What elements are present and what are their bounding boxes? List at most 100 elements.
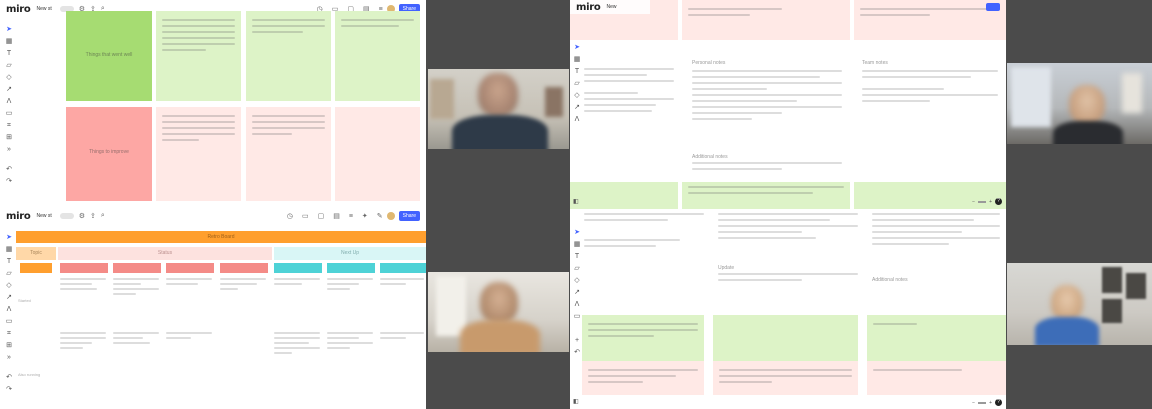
sticky-note[interactable]	[682, 0, 850, 40]
notes-column-3[interactable]	[862, 70, 998, 102]
card-text-block[interactable]	[327, 332, 373, 349]
connector-tool-icon[interactable]: ↗	[574, 289, 580, 297]
select-tool-icon[interactable]: ➤	[6, 234, 12, 242]
sticky-note[interactable]	[156, 11, 241, 101]
video-tile-participant-3[interactable]	[1007, 63, 1152, 144]
tag-red[interactable]	[60, 263, 108, 273]
sticky-note[interactable]	[156, 107, 241, 201]
minimap-icon[interactable]: ◧	[573, 398, 579, 405]
timer-icon[interactable]: ◷	[287, 212, 293, 220]
sticky-tool-icon[interactable]: ▱	[6, 62, 11, 70]
avatar[interactable]	[386, 212, 395, 220]
sticky-note[interactable]	[682, 182, 850, 209]
card-text-block[interactable]	[274, 278, 320, 285]
sticky-note[interactable]	[570, 182, 678, 209]
crop-tool-icon[interactable]: ⌗	[7, 330, 11, 338]
tag-red[interactable]	[113, 263, 161, 273]
crop-tool-icon[interactable]: ⌗	[7, 122, 11, 130]
tag-red[interactable]	[220, 263, 268, 273]
undo-icon[interactable]: ↶	[6, 374, 12, 382]
reaction-icon[interactable]: ✦	[362, 212, 368, 220]
help-icon[interactable]: ?	[995, 399, 1002, 406]
select-tool-icon[interactable]: ➤	[6, 26, 12, 34]
add-icon[interactable]: +	[575, 337, 579, 345]
tag-teal[interactable]	[274, 263, 322, 273]
settings-icon[interactable]: ⚙	[79, 212, 85, 220]
card-text-block[interactable]	[380, 332, 424, 339]
col-header-next[interactable]: Next Up	[274, 247, 426, 260]
card-text-block[interactable]	[220, 278, 266, 290]
sticky-tool-icon[interactable]: ▱	[574, 265, 579, 273]
row-label-tag[interactable]	[20, 263, 52, 273]
video-tile-participant-1[interactable]	[428, 69, 569, 149]
card-text-block[interactable]	[60, 332, 106, 349]
sticky-improve-label[interactable]: Things to improve	[66, 107, 152, 201]
tag-teal[interactable]	[380, 263, 426, 273]
card-text-block[interactable]	[113, 332, 159, 344]
text-tool-icon[interactable]: T	[7, 258, 11, 266]
sticky-note[interactable]	[867, 315, 1006, 361]
notes-column-2b[interactable]	[718, 273, 858, 281]
sticky-note[interactable]	[246, 11, 331, 101]
notes-column-3[interactable]	[872, 213, 1000, 255]
frame-tool-icon[interactable]: ▦	[6, 38, 13, 46]
undo-icon[interactable]: ↶	[6, 166, 12, 174]
help-icon[interactable]: ?	[995, 198, 1002, 205]
shape-tool-icon[interactable]: ◇	[574, 92, 579, 100]
sticky-note[interactable]	[582, 315, 704, 361]
tag-red[interactable]	[166, 263, 214, 273]
frame-tool-icon[interactable]: ▦	[6, 246, 13, 254]
sticky-well-label[interactable]: Things that went well	[66, 11, 152, 101]
zoom-in-button[interactable]: +	[989, 400, 992, 406]
card-text-block[interactable]	[274, 332, 320, 354]
export-icon[interactable]: ⇪	[90, 212, 96, 220]
tag-teal[interactable]	[327, 263, 375, 273]
notes-column-2[interactable]	[718, 213, 858, 247]
board-title[interactable]: New st	[36, 6, 51, 12]
shape-tool-icon[interactable]: ◇	[6, 74, 11, 82]
comment-tool-icon[interactable]: ▭	[6, 110, 13, 118]
board-title[interactable]: New	[606, 4, 616, 10]
sticky-note[interactable]	[335, 11, 420, 101]
sticky-tool-icon[interactable]: ▱	[574, 80, 579, 88]
sticky-note[interactable]	[854, 0, 1006, 40]
col-header-status[interactable]: Status	[58, 247, 272, 260]
frame-tool-icon[interactable]: ▦	[574, 56, 581, 64]
shape-tool-icon[interactable]: ◇	[6, 282, 11, 290]
comment-icon[interactable]: ▢	[318, 212, 325, 220]
minimap-icon[interactable]: ◧	[573, 198, 579, 205]
comment-tool-icon[interactable]: ▭	[6, 318, 13, 326]
pen-tool-icon[interactable]: Λ	[575, 301, 580, 309]
more-icon[interactable]: ≡	[349, 213, 353, 220]
retro-banner[interactable]: Retro Board	[16, 231, 426, 243]
pen-icon[interactable]: ✎	[377, 212, 383, 220]
zoom-out-button[interactable]: −	[972, 199, 975, 205]
notes-column-1[interactable]	[584, 213, 704, 247]
select-tool-icon[interactable]: ➤	[574, 44, 580, 52]
card-text-block[interactable]	[60, 278, 106, 290]
notes-column-2[interactable]	[692, 70, 842, 120]
card-text-block[interactable]	[380, 278, 424, 285]
card-text-block[interactable]	[166, 332, 212, 339]
shape-tool-icon[interactable]: ◇	[574, 277, 579, 285]
connector-tool-icon[interactable]: ↗	[574, 104, 580, 112]
card-text-block[interactable]	[113, 278, 159, 295]
notes-column-1[interactable]	[584, 68, 674, 112]
select-tool-icon[interactable]: ➤	[574, 229, 580, 237]
share-button-small[interactable]	[986, 3, 1000, 11]
pen-tool-icon[interactable]: Λ	[7, 306, 12, 314]
text-tool-icon[interactable]: T	[575, 253, 579, 261]
more-tools-icon[interactable]: »	[7, 146, 11, 154]
board-menu-pill[interactable]	[59, 213, 74, 219]
zoom-out-button[interactable]: −	[972, 400, 975, 406]
pen-tool-icon[interactable]: Λ	[7, 98, 12, 106]
share-button[interactable]: Share	[398, 211, 420, 221]
text-tool-icon[interactable]: T	[7, 50, 11, 58]
redo-icon[interactable]: ↷	[6, 386, 12, 394]
connector-tool-icon[interactable]: ↗	[6, 294, 12, 302]
sticky-note[interactable]	[335, 107, 420, 201]
sticky-note[interactable]	[867, 361, 1006, 395]
pen-tool-icon[interactable]: Λ	[575, 116, 580, 124]
more-tools-icon[interactable]: »	[7, 354, 11, 362]
frame-tool-icon[interactable]: ▦	[574, 241, 581, 249]
